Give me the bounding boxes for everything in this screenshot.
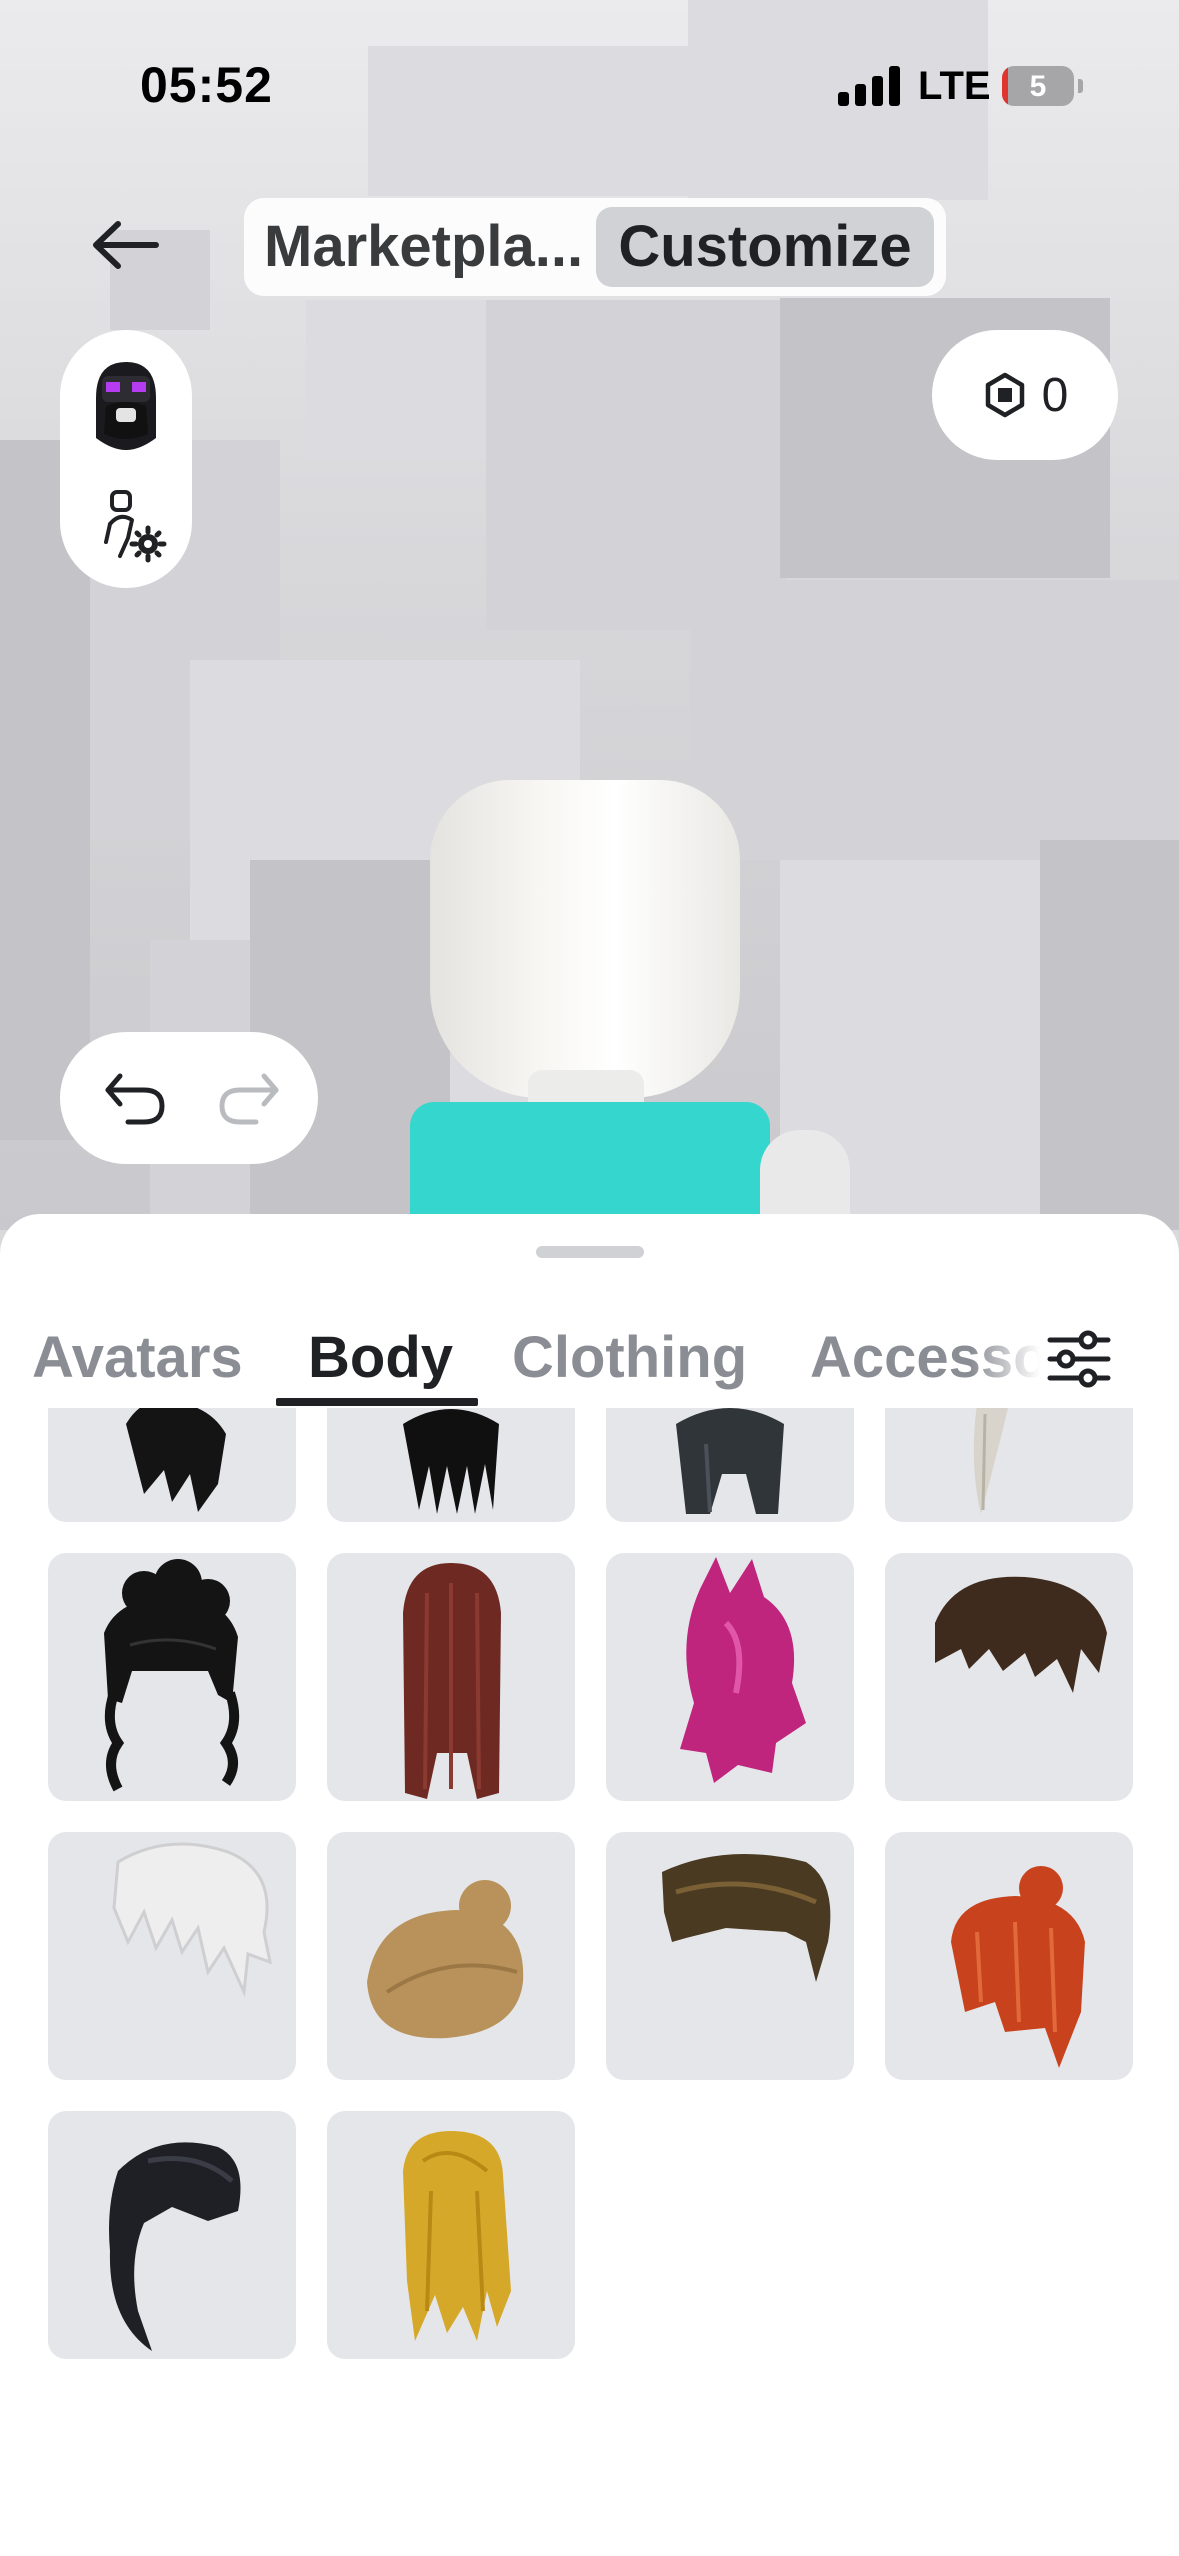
black-straight-hair-item[interactable]	[327, 1408, 575, 1522]
black-ponytail-hair-item[interactable]	[48, 2111, 296, 2359]
customize-sheet: Avatars Body Clothing Accesso	[0, 1214, 1179, 2556]
undo-redo-controls	[60, 1032, 318, 1164]
white-ponytail-hair-item[interactable]	[885, 1408, 1133, 1522]
back-button[interactable]	[80, 200, 170, 290]
signal-icon	[838, 66, 900, 106]
tab-accessories[interactable]: Accesso	[810, 1324, 1040, 1391]
hair-items-grid	[0, 1408, 1179, 2556]
tab-body[interactable]: Body	[308, 1324, 453, 1391]
robux-amount: 0	[1041, 368, 1069, 422]
pink-cat-hair-item[interactable]	[606, 1553, 854, 1801]
undo-icon	[105, 1073, 165, 1125]
filter-button[interactable]	[1042, 1322, 1116, 1396]
black-curly-hair-item[interactable]	[48, 1553, 296, 1801]
sheet-grabber[interactable]	[536, 1246, 644, 1258]
dark-gray-hair-item[interactable]	[606, 1408, 854, 1522]
black-hair-item[interactable]	[48, 1408, 296, 1522]
robux-icon	[985, 372, 1024, 418]
robux-balance[interactable]: 0	[932, 330, 1118, 460]
tab-customize[interactable]: Customize	[596, 207, 934, 287]
red-bun-hair-item[interactable]	[885, 1832, 1133, 2080]
undo-button[interactable]	[98, 1068, 174, 1128]
avatar-side-panel	[60, 330, 192, 588]
redo-icon	[219, 1073, 279, 1125]
status-bar: 05:52 LTE 5	[0, 0, 1179, 170]
tab-clothing[interactable]: Clothing	[512, 1324, 747, 1391]
tab-avatars[interactable]: Avatars	[32, 1324, 243, 1391]
avatar-torso	[410, 1102, 770, 1230]
avatar-head	[430, 780, 740, 1098]
blonde-bun-hair-item[interactable]	[327, 1832, 575, 2080]
redo-button[interactable]	[210, 1068, 286, 1128]
active-tab-indicator	[276, 1398, 478, 1406]
status-time: 05:52	[140, 57, 273, 113]
battery-tip	[1078, 79, 1083, 93]
avatar-settings-button[interactable]	[98, 490, 168, 564]
white-spiky-hair-item[interactable]	[48, 1832, 296, 2080]
battery-icon: 5	[1002, 66, 1074, 106]
network-type: LTE	[918, 64, 991, 108]
category-tabs: Avatars Body Clothing Accesso	[0, 1294, 1179, 1408]
brown-slick-hair-item[interactable]	[606, 1832, 854, 2080]
golden-long-hair-item[interactable]	[327, 2111, 575, 2359]
avatar-settings-icon	[104, 490, 167, 563]
battery-level: 5	[1029, 70, 1047, 103]
auburn-long-hair-item[interactable]	[327, 1553, 575, 1801]
avatar-thumbnail[interactable]	[86, 358, 166, 454]
mode-switch: Marketpla... Customize	[244, 198, 946, 296]
arrow-left-icon	[93, 221, 159, 269]
sliders-icon	[1047, 1330, 1111, 1388]
brown-messy-hair-item[interactable]	[885, 1553, 1133, 1801]
